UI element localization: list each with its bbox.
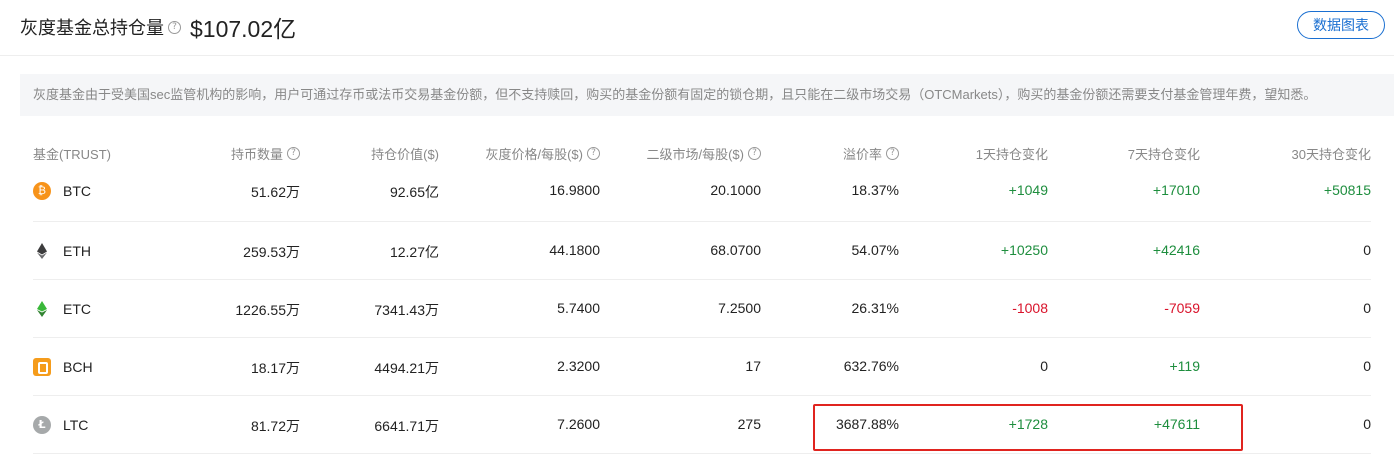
- table-row[interactable]: ETC 1226.55万 7341.43万 5.7400 7.2500 26.3…: [33, 280, 1371, 338]
- value-cell: 92.65亿: [389, 184, 439, 200]
- change-1d-cell: +1728: [1008, 416, 1048, 432]
- value-cell: 4494.21万: [374, 360, 439, 376]
- col-header-premium: 溢价率?: [843, 144, 899, 163]
- coin-cell: ETH: [33, 242, 91, 260]
- coin-name: BCH: [63, 359, 93, 375]
- eth-icon: [33, 242, 51, 260]
- value-cell: 12.27亿: [389, 244, 439, 260]
- price-cell: 16.9800: [549, 182, 600, 198]
- premium-cell: 3687.88%: [835, 416, 899, 432]
- col-header-qty-label: 持币数量: [230, 147, 283, 162]
- col-header-1d-label: 1天持仓变化: [975, 147, 1048, 162]
- coin-cell: BCH: [33, 358, 93, 376]
- change-30d-cell: 0: [1363, 300, 1371, 316]
- change-1d-cell: 0: [1040, 358, 1048, 374]
- col-header-secondary-label: 二级市场/每股($): [646, 147, 744, 162]
- col-header-1d: 1天持仓变化: [976, 144, 1048, 163]
- change-7d-cell: -7059: [1164, 300, 1200, 316]
- page-header: 灰度基金总持仓量 ? $107.02亿 数据图表: [0, 0, 1394, 56]
- value-cell: 7341.43万: [374, 302, 439, 318]
- col-header-value: 持仓价值($): [371, 144, 439, 163]
- secondary-cell: 7.2500: [718, 300, 761, 316]
- help-icon[interactable]: ?: [168, 20, 181, 34]
- coin-cell: ETC: [33, 300, 91, 318]
- col-header-trust: 基金(TRUST): [33, 144, 111, 163]
- secondary-cell: 68.0700: [710, 242, 761, 258]
- premium-cell: 632.76%: [843, 358, 899, 374]
- bch-icon: [33, 358, 51, 376]
- change-7d-cell: +47611: [1153, 416, 1200, 432]
- change-7d-cell: +119: [1169, 358, 1201, 374]
- secondary-cell: 20.1000: [710, 182, 761, 198]
- etc-icon: [33, 300, 51, 318]
- col-header-7d-label: 7天持仓变化: [1127, 147, 1200, 162]
- change-7d-cell: +17010: [1152, 182, 1200, 198]
- col-header-trust-label: 基金(TRUST): [33, 147, 111, 162]
- holdings-table: 基金(TRUST) 持币数量? 持仓价值($) 灰度价格/每股($)? 二级市场…: [33, 130, 1371, 454]
- coin-cell: BTC: [33, 182, 91, 200]
- data-chart-button[interactable]: 数据图表: [1297, 11, 1385, 39]
- qty-cell: 81.72万: [250, 418, 300, 434]
- coin-name: BTC: [63, 183, 91, 199]
- page-title-text: 灰度基金总持仓量: [20, 18, 164, 38]
- change-30d-cell: 0: [1363, 416, 1371, 432]
- col-header-value-label: 持仓价值($): [371, 147, 439, 162]
- change-7d-cell: +42416: [1152, 242, 1200, 258]
- change-1d-cell: +10250: [1000, 242, 1048, 258]
- qty-cell: 51.62万: [250, 184, 300, 200]
- col-header-premium-label: 溢价率: [842, 147, 882, 162]
- coin-name: ETC: [63, 301, 91, 317]
- col-header-30d-label: 30天持仓变化: [1291, 147, 1371, 162]
- change-1d-cell: +1049: [1008, 182, 1048, 198]
- help-icon[interactable]: ?: [287, 147, 300, 160]
- help-icon[interactable]: ?: [587, 147, 600, 160]
- secondary-cell: 17: [745, 358, 761, 374]
- qty-cell: 18.17万: [250, 360, 300, 376]
- btc-icon: [33, 182, 51, 200]
- price-cell: 44.1800: [549, 242, 600, 258]
- change-1d-cell: -1008: [1012, 300, 1048, 316]
- page-title: 灰度基金总持仓量 ?: [20, 14, 181, 40]
- qty-cell: 259.53万: [243, 244, 300, 260]
- premium-cell: 26.31%: [851, 300, 899, 316]
- coin-name: ETH: [63, 243, 91, 259]
- col-header-price: 灰度价格/每股($)?: [485, 144, 600, 163]
- col-header-secondary: 二级市场/每股($)?: [646, 144, 761, 163]
- notice-banner: 灰度基金由于受美国sec监管机构的影响，用户可通过存币或法币交易基金份额，但不支…: [20, 74, 1394, 116]
- ltc-icon: [33, 416, 51, 434]
- table-row[interactable]: BCH 18.17万 4494.21万 2.3200 17 632.76% 0 …: [33, 338, 1371, 396]
- table-header: 基金(TRUST) 持币数量? 持仓价值($) 灰度价格/每股($)? 二级市场…: [33, 130, 1371, 174]
- price-cell: 7.2600: [557, 416, 600, 432]
- coin-cell: LTC: [33, 416, 88, 434]
- premium-cell: 54.07%: [851, 242, 899, 258]
- col-header-30d: 30天持仓变化: [1292, 144, 1371, 163]
- col-header-price-label: 灰度价格/每股($): [485, 147, 583, 162]
- table-row[interactable]: LTC 81.72万 6641.71万 7.2600 275 3687.88% …: [33, 396, 1371, 454]
- help-icon[interactable]: ?: [748, 147, 761, 160]
- total-holdings: $107.02亿: [190, 16, 297, 42]
- coin-name: LTC: [63, 417, 89, 433]
- qty-cell: 1226.55万: [235, 302, 300, 318]
- change-30d-cell: +50815: [1323, 182, 1371, 198]
- col-header-7d: 7天持仓变化: [1128, 144, 1200, 163]
- secondary-cell: 275: [737, 416, 761, 432]
- price-cell: 5.7400: [557, 300, 600, 316]
- table-row[interactable]: BTC 51.62万 92.65亿 16.9800 20.1000 18.37%…: [33, 174, 1371, 222]
- help-icon[interactable]: ?: [886, 147, 899, 160]
- premium-cell: 18.37%: [851, 182, 899, 198]
- change-30d-cell: 0: [1363, 358, 1371, 374]
- table-row[interactable]: ETH 259.53万 12.27亿 44.1800 68.0700 54.07…: [33, 222, 1371, 280]
- change-30d-cell: 0: [1363, 242, 1371, 258]
- value-cell: 6641.71万: [374, 418, 439, 434]
- col-header-qty: 持币数量?: [231, 144, 300, 163]
- price-cell: 2.3200: [557, 358, 600, 374]
